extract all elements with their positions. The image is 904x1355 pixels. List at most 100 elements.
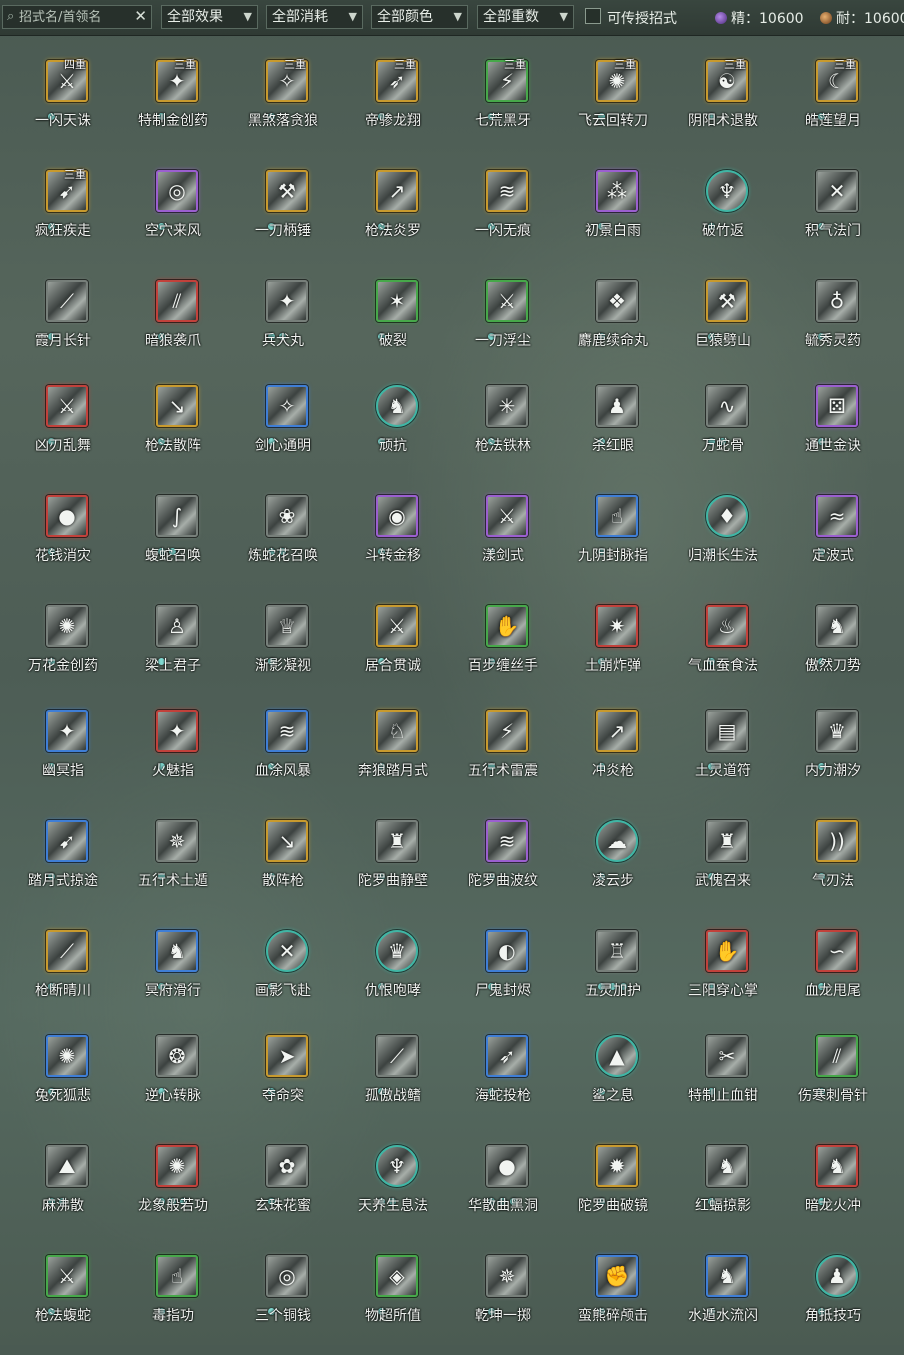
skill-item[interactable]: ⛰ 麻沸散	[8, 1135, 118, 1245]
skill-item[interactable]: ✵ 五行术土遁	[118, 810, 228, 920]
skill-item[interactable]: ✺ 龙象般若功	[118, 1135, 228, 1245]
skill-item[interactable]: ♟ 杀红眼	[558, 375, 668, 485]
skill-item[interactable]: ➶ 三重 帝骖龙翔	[338, 50, 448, 160]
skill-item[interactable]: ≋ 一闪无痕	[448, 160, 558, 270]
skill-item[interactable]: ⚔ 漾剑式	[448, 485, 558, 595]
skill-item[interactable]: ♙ 梁上君子	[118, 595, 228, 705]
skill-item[interactable]: ● 华散曲黑洞	[448, 1135, 558, 1245]
skill-item[interactable]: ✊ 蛮熊碎颅击	[558, 1245, 668, 1355]
skill-item[interactable]: ⟋ 孤傲战鳍	[338, 1025, 448, 1135]
skill-item[interactable]: ♕ 渐影凝视	[228, 595, 338, 705]
skill-item[interactable]: ♞ 顽抗	[338, 375, 448, 485]
meridian-icon: ❂	[156, 1035, 198, 1077]
skill-name: 天养生息法	[358, 1198, 428, 1214]
skill-item[interactable]: ⚔ 居合贯诚	[338, 595, 448, 705]
skill-item[interactable]: ↗ 冲炎枪	[558, 700, 668, 810]
skill-item[interactable]: ✕ 画影飞赴	[228, 920, 338, 1030]
skill-item[interactable]: ➤ 夺命突	[228, 1025, 338, 1135]
skill-item[interactable]: ⚄ 通世金诀	[778, 375, 888, 485]
skill-item[interactable]: ➹ 三重 疯狂疾走	[8, 160, 118, 270]
skill-item[interactable]: ✹ 陀罗曲破镜	[558, 1135, 668, 1245]
skill-item[interactable]: ♛ 内力潮汐	[778, 700, 888, 810]
skill-item[interactable]: ◉ 斗转金移	[338, 485, 448, 595]
skill-item[interactable]: ♘ 奔狼踏月式	[338, 700, 448, 810]
skill-item[interactable]: ↘ 枪法散阵	[118, 375, 228, 485]
skill-item[interactable]: ♆ 天养生息法	[338, 1135, 448, 1245]
skill-item[interactable]: ♞ 冥府滑行	[118, 920, 228, 1030]
skill-item[interactable]: ✵ 乾坤一掷	[448, 1245, 558, 1355]
skill-item[interactable]: ✦ 兵犬丸	[228, 270, 338, 380]
skill-item[interactable]: ♛ 仇恨咆哮	[338, 920, 448, 1030]
skill-item[interactable]: ⚡ 三重 七荒黑牙	[448, 50, 558, 160]
skill-item[interactable]: ≋ 血涂风暴	[228, 700, 338, 810]
skill-item[interactable]: ❀ 炼蛇花召唤	[228, 485, 338, 595]
skill-item[interactable]: ♁ 毓秀灵药	[778, 270, 888, 380]
skill-item[interactable]: ▤ 土灵道符	[668, 700, 778, 810]
skill-item[interactable]: ✺ 万花金创药	[8, 595, 118, 705]
skill-item[interactable]: ✦ 幽冥指	[8, 700, 118, 810]
skill-item[interactable]: ♖ 五灵加护	[558, 920, 668, 1030]
skill-item[interactable]: ◎ 三个铜钱	[228, 1245, 338, 1355]
skill-item[interactable]: ∿ 万蛇骨	[668, 375, 778, 485]
skill-item[interactable]: ✳ 枪法铁林	[448, 375, 558, 485]
skill-item[interactable]: ♟ 角抵技巧	[778, 1245, 888, 1355]
skill-item[interactable]: ⚒ 一刀柄锤	[228, 160, 338, 270]
skill-item[interactable]: ☯ 三重 阴阳术退散	[668, 50, 778, 160]
skill-item[interactable]: ⚒ 巨猿劈山	[668, 270, 778, 380]
skill-item[interactable]: ♨ 气血蚕食法	[668, 595, 778, 705]
skill-item[interactable]: ♞ 傲然刀势	[778, 595, 888, 705]
skill-item[interactable]: ✶ 破裂	[338, 270, 448, 380]
skill-item[interactable]: ♜ 陀罗曲静壁	[338, 810, 448, 920]
skill-item[interactable]: ⚔ 四重 一闪天诛	[8, 50, 118, 160]
skill-item[interactable]: ✧ 剑心通明	[228, 375, 338, 485]
skill-item[interactable]: ◐ 尸鬼封烬	[448, 920, 558, 1030]
skill-item[interactable]: ✺ 兔死狐悲	[8, 1025, 118, 1135]
skill-item[interactable]: ☾ 三重 皓莲望月	[778, 50, 888, 160]
skill-item[interactable]: ✦ 火魅指	[118, 700, 228, 810]
skill-item[interactable]: ✷ 土崩炸弹	[558, 595, 668, 705]
skill-item[interactable]: ♆ 破竹返	[668, 160, 778, 270]
skill-item[interactable]: ● 花钱消灾	[8, 485, 118, 595]
skill-item[interactable]: ✦ 三重 特制金创药	[118, 50, 228, 160]
skill-item[interactable]: ❂ 逆心转脉	[118, 1025, 228, 1135]
skill-item[interactable]: ∫ 蝮蛇召唤	[118, 485, 228, 595]
skill-item[interactable]: ☝ 毒指功	[118, 1245, 228, 1355]
skill-item[interactable]: ✿ 玄珠花蜜	[228, 1135, 338, 1245]
skill-item[interactable]: ≋ 陀罗曲波纹	[448, 810, 558, 920]
skill-item[interactable]: ⚔ 凶刃乱舞	[8, 375, 118, 485]
skill-item[interactable]: ◈ 物超所值	[338, 1245, 448, 1355]
skill-item[interactable]: ➹ 踏月式掠途	[8, 810, 118, 920]
skill-item[interactable]: ⫽ 伤寒刺骨针	[778, 1025, 888, 1135]
skill-item[interactable]: ✋ 百步缠丝手	[448, 595, 558, 705]
skill-item[interactable]: ▲ 鲨之息	[558, 1025, 668, 1135]
skill-item[interactable]: ∽ 血龙甩尾	[778, 920, 888, 1030]
skill-item[interactable]: ⟋ 霞月长针	[8, 270, 118, 380]
skill-item[interactable]: ♞ 水遁水流闪	[668, 1245, 778, 1355]
skill-item[interactable]: ✋ 三阳穿心掌	[668, 920, 778, 1030]
skill-item[interactable]: ✕ 积气法门	[778, 160, 888, 270]
swirl-icon: ◉	[376, 495, 418, 537]
skill-item[interactable]: ◎ 空穴来风	[118, 160, 228, 270]
skill-item[interactable]: )) 气刃法	[778, 810, 888, 920]
skill-item[interactable]: ≈ 定波式	[778, 485, 888, 595]
skill-item[interactable]: ⚔ 一刀浮尘	[448, 270, 558, 380]
skill-item[interactable]: ⚡ 五行术雷震	[448, 700, 558, 810]
skill-item[interactable]: ⟋ 枪断晴川	[8, 920, 118, 1030]
skill-item[interactable]: ♦ 归潮长生法	[668, 485, 778, 595]
skill-item[interactable]: ⫽ 暗狼袭爪	[118, 270, 228, 380]
skill-item[interactable]: ⁂ 初景白雨	[558, 160, 668, 270]
skill-item[interactable]: ↘ 散阵枪	[228, 810, 338, 920]
skill-item[interactable]: ♞ 红蝠掠影	[668, 1135, 778, 1245]
skill-item[interactable]: ↗ 枪法炎罗	[338, 160, 448, 270]
skill-item[interactable]: ➶ 海蛇投枪	[448, 1025, 558, 1135]
skill-item[interactable]: ☝ 九阴封脉指	[558, 485, 668, 595]
skill-item[interactable]: ✺ 三重 飞云回转刀	[558, 50, 668, 160]
skill-item[interactable]: ♞ 暗龙火冲	[778, 1135, 888, 1245]
skill-item[interactable]: ☁ 凌云步	[558, 810, 668, 920]
skill-item[interactable]: ⚔ 枪法蝮蛇	[8, 1245, 118, 1355]
skill-item[interactable]: ♜ 武傀召来	[668, 810, 778, 920]
skill-name: 火魅指	[152, 763, 194, 779]
skill-item[interactable]: ✂ 特制止血钳	[668, 1025, 778, 1135]
skill-item[interactable]: ✧ 三重 黑煞落贪狼	[228, 50, 338, 160]
skill-item[interactable]: ❖ 麝鹿续命丸	[558, 270, 668, 380]
